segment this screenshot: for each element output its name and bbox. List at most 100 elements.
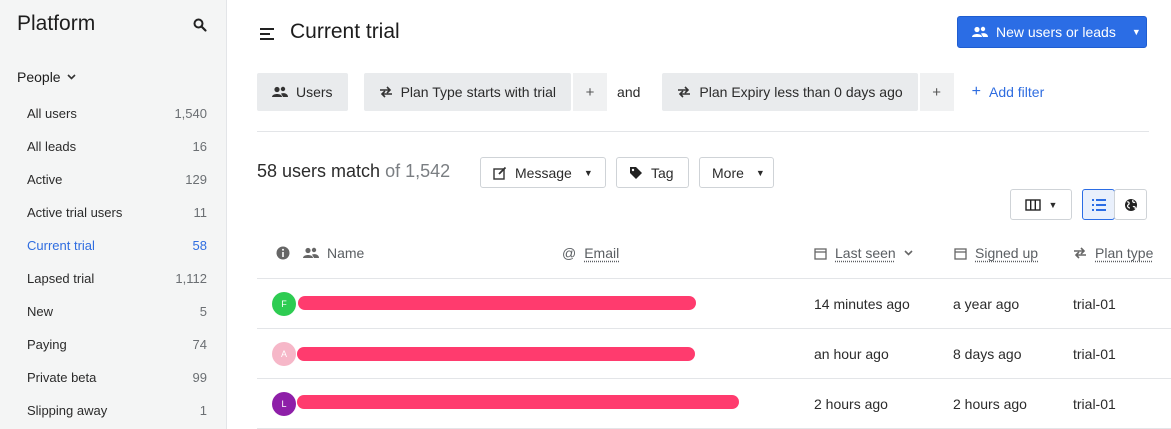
filter-field: Plan Expiry: [699, 84, 771, 100]
sidebar-item-all-leads[interactable]: All leads 16: [0, 130, 227, 163]
info-icon[interactable]: [276, 237, 290, 269]
column-label: Last seen: [835, 245, 896, 261]
main-panel: Current trial New users or leads ▼ Users…: [228, 0, 1171, 429]
sidebar-item-slipping-away[interactable]: Slipping away 1: [0, 394, 227, 427]
globe-icon: [1124, 198, 1137, 211]
column-label: Signed up: [975, 245, 1039, 261]
users-icon: [972, 26, 988, 37]
message-button[interactable]: Message ▼: [480, 157, 606, 188]
sidebar-item-count: 1,540: [174, 106, 207, 121]
users-filter-chip[interactable]: Users: [257, 73, 348, 111]
swap-icon: [379, 86, 392, 98]
column-last-seen[interactable]: Last seen: [814, 237, 913, 269]
new-button-label: New users or leads: [996, 24, 1116, 40]
filter-bar: Users Plan Type starts with trial + and …: [257, 73, 1044, 111]
sidebar-item-count: 1: [199, 403, 207, 418]
columns-picker-button[interactable]: ▼: [1010, 189, 1072, 220]
sidebar-item-count: 16: [192, 139, 207, 154]
table-header: Name @ Email Last seen Signed up Plan ty…: [257, 237, 1171, 279]
people-section-toggle[interactable]: People: [17, 69, 76, 85]
avatar: A: [272, 342, 296, 366]
sidebar-item-label: Paying: [27, 337, 67, 352]
sidebar-item-label: Current trial: [27, 238, 95, 253]
sidebar-item-paying[interactable]: Paying 74: [0, 328, 227, 361]
sidebar-item-label: Lapsed trial: [27, 271, 95, 286]
table-row[interactable]: F 14 minutes ago a year ago trial-01: [257, 279, 1171, 329]
at-icon: @: [562, 245, 577, 261]
column-name[interactable]: Name: [303, 237, 364, 269]
column-label: Email: [584, 245, 620, 261]
avatar: F: [272, 292, 296, 316]
caret-down-icon: ▼: [755, 167, 765, 178]
add-or-condition-button[interactable]: +: [573, 73, 608, 111]
avatar: L: [272, 392, 296, 416]
signed-up: 2 hours ago: [953, 396, 1027, 412]
sidebar-item-active[interactable]: Active 129: [0, 163, 227, 196]
users-icon: [272, 86, 288, 97]
sidebar: Platform People All users 1,540 All leads…: [0, 0, 227, 429]
match-count-text: 58 users match: [257, 161, 381, 181]
sidebar-item-count: 99: [192, 370, 207, 385]
chevron-down-icon: [904, 250, 913, 256]
signed-up: 8 days ago: [953, 346, 1022, 362]
last-seen: 14 minutes ago: [814, 296, 910, 312]
users-icon: [303, 247, 319, 258]
sidebar-item-label: Slipping away: [27, 403, 108, 418]
plan-expiry-filter-chip[interactable]: Plan Expiry less than 0 days ago: [662, 73, 918, 111]
swap-icon: [678, 86, 691, 98]
calendar-icon: [954, 247, 967, 260]
plan-type-filter-chip[interactable]: Plan Type starts with trial: [363, 73, 572, 111]
redacted-name-email: [297, 347, 695, 361]
redacted-name-email: [298, 296, 696, 310]
caret-down-icon: ▼: [583, 167, 593, 178]
sidebar-item-current-trial[interactable]: Current trial 58: [0, 229, 227, 262]
sidebar-item-all-users[interactable]: All users 1,540: [0, 97, 227, 130]
plus-icon: +: [971, 83, 981, 100]
caret-down-icon: ▼: [1048, 199, 1058, 210]
table-row[interactable]: A an hour ago 8 days ago trial-01: [257, 329, 1171, 379]
columns-icon: [1024, 198, 1041, 211]
sidebar-item-label: Private beta: [27, 370, 97, 385]
map-view-button[interactable]: [1114, 189, 1147, 220]
plan-type: trial-01: [1073, 396, 1116, 412]
sidebar-item-label: Active: [27, 172, 63, 187]
sidebar-item-active-trial-users[interactable]: Active trial users 11: [0, 196, 227, 229]
filter-condition: starts with trial: [466, 84, 557, 100]
column-label: Name: [327, 245, 365, 261]
add-or-condition-button[interactable]: +: [919, 73, 954, 111]
sidebar-item-new[interactable]: New 5: [0, 295, 227, 328]
list-view-button[interactable]: [1082, 189, 1115, 220]
compose-icon: [493, 166, 507, 180]
add-filter-label: Add filter: [988, 84, 1045, 100]
new-users-or-leads-button[interactable]: New users or leads ▼: [957, 16, 1147, 48]
last-seen: an hour ago: [814, 346, 889, 362]
sidebar-item-private-beta[interactable]: Private beta 99: [0, 361, 227, 394]
plan-type: trial-01: [1073, 296, 1116, 312]
sidebar-item-count: 58: [192, 238, 207, 253]
column-plan-type[interactable]: Plan type: [1073, 237, 1153, 269]
sidebar-item-count: 1,112: [175, 271, 207, 286]
message-label: Message: [515, 164, 572, 181]
redacted-name-email: [297, 395, 739, 409]
menu-icon[interactable]: [260, 28, 274, 40]
chevron-down-icon: [67, 74, 76, 80]
section-label: People: [17, 69, 61, 85]
column-signed-up[interactable]: Signed up: [954, 237, 1038, 269]
sidebar-item-count: 74: [192, 337, 207, 352]
plan-type: trial-01: [1073, 346, 1116, 362]
app-title: Platform: [17, 12, 96, 35]
sidebar-item-lapsed-trial[interactable]: Lapsed trial 1,112: [0, 262, 227, 295]
signed-up: a year ago: [953, 296, 1020, 312]
tag-button[interactable]: Tag: [616, 157, 689, 188]
sidebar-item-count: 129: [185, 172, 207, 187]
more-button[interactable]: More ▼: [699, 157, 774, 188]
swap-icon: [1074, 247, 1086, 259]
sidebar-item-label: New: [27, 304, 54, 319]
calendar-icon: [814, 247, 827, 260]
table-row[interactable]: L 2 hours ago 2 hours ago trial-01: [257, 379, 1171, 429]
last-seen: 2 hours ago: [814, 396, 888, 412]
page-title: Current trial: [290, 20, 400, 43]
search-icon[interactable]: [192, 17, 208, 33]
add-filter-button[interactable]: + Add filter: [972, 83, 1045, 101]
column-email[interactable]: @ Email: [562, 237, 619, 269]
